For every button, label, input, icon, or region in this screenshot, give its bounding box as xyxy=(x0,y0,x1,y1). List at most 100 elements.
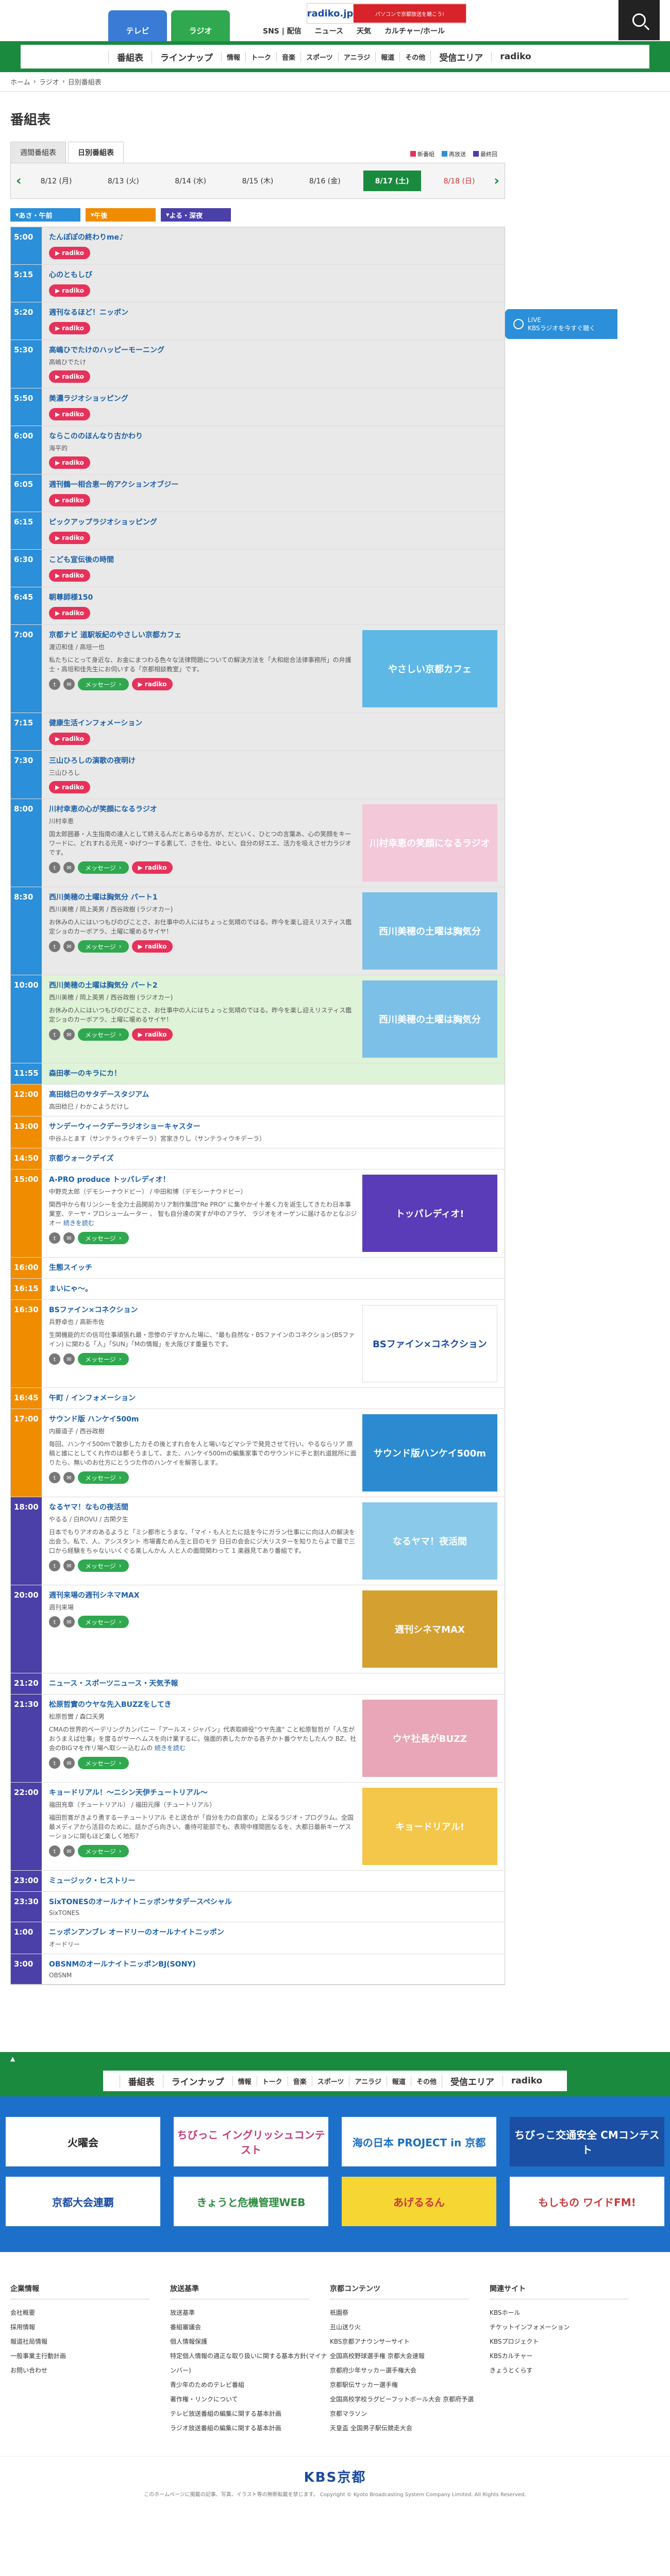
nav-item-10[interactable]: radiko xyxy=(491,52,539,62)
nav-item-1[interactable]: ラインナップ xyxy=(152,50,221,63)
next-day-arrow-icon[interactable]: › xyxy=(488,173,499,189)
message-button[interactable]: メッセージ › xyxy=(78,1471,129,1484)
program-thumbnail[interactable]: サウンド版ハンケイ500m xyxy=(362,1414,497,1492)
program-title[interactable]: 週刊鶴一相合恵一的アクションオブジー xyxy=(49,481,178,489)
footer-link[interactable]: 会社概要 xyxy=(10,2306,170,2320)
program-title[interactable]: 午町 / インフォメーション xyxy=(49,1394,136,1402)
radiko-button[interactable]: ▶ radiko xyxy=(49,322,90,334)
twitter-icon[interactable]: t xyxy=(49,862,60,873)
program-title[interactable]: A-PRO produce トッパレディオ！ xyxy=(49,1176,170,1184)
footer-link[interactable]: 青少年のためのテレビ番組 xyxy=(170,2378,330,2392)
nav-item-2[interactable]: 情報 xyxy=(232,2076,257,2086)
sponsor-banner[interactable]: ちびっこ交通安全 CMコンテスト xyxy=(510,2117,664,2166)
sponsor-banner[interactable]: あげるるん xyxy=(342,2177,496,2226)
program-title[interactable]: 森田孝一のキラにカ！ xyxy=(49,1070,121,1078)
radiko-button[interactable]: ▶ radiko xyxy=(131,940,173,953)
footer-link[interactable]: 番組審議会 xyxy=(170,2320,330,2334)
day-tab[interactable]: 8/15 (木) xyxy=(229,171,287,191)
sponsor-banner[interactable]: きょうと危機管理WEB xyxy=(174,2177,328,2226)
radiko-button[interactable]: ▶ radiko xyxy=(49,607,90,619)
program-title[interactable]: ニッポンアンブレ オードリーのオールナイトニッポン xyxy=(49,1928,224,1937)
tab-tv[interactable]: テレビ xyxy=(108,10,167,41)
footer-link[interactable]: 一般事業主行動計画 xyxy=(10,2349,170,2363)
radiko-button[interactable]: ▶ radiko xyxy=(49,733,90,745)
radiko-button[interactable]: ▶ radiko xyxy=(49,569,90,582)
program-title[interactable]: なるヤマ！なもの夜活間 xyxy=(49,1503,128,1512)
radiko-button[interactable]: ▶ radiko xyxy=(49,408,90,420)
footer-link[interactable]: 放送基準 xyxy=(170,2306,330,2320)
radiko-button[interactable]: ▶ radiko xyxy=(49,370,90,383)
tab-weekly[interactable]: 週間番組表 xyxy=(10,142,66,163)
twitter-icon[interactable]: t xyxy=(49,1472,60,1483)
radiko-button[interactable]: ▶ radiko xyxy=(131,1028,173,1041)
twitter-icon[interactable]: t xyxy=(49,1029,60,1040)
footer-link[interactable]: 全国高校学校ラグビーフットボール大会 京都府予選 xyxy=(330,2392,490,2406)
footer-link[interactable]: テレビ放送番組の編集に関する基本計画 xyxy=(170,2406,330,2421)
footer-link[interactable]: KBSカルチャー xyxy=(490,2349,649,2363)
twitter-icon[interactable]: t xyxy=(49,941,60,952)
nav-item-1[interactable]: ラインナップ xyxy=(162,2074,232,2088)
program-title[interactable]: 生態スイッチ xyxy=(49,1264,92,1272)
link-sns[interactable]: SNS | 配信 xyxy=(263,26,301,36)
program-title[interactable]: 松原哲實のウヤな先入BUZZをしてき xyxy=(49,1701,172,1709)
filter-morning[interactable]: ▾ あさ・午前 xyxy=(10,208,80,222)
mail-icon[interactable]: ✉ xyxy=(63,1353,75,1365)
tab-radio[interactable]: ラジオ xyxy=(171,10,230,41)
program-title[interactable]: 高嶋ひでたけのハッピーモーニング xyxy=(49,346,164,354)
program-title[interactable]: BSファイン×コネクション xyxy=(49,1306,138,1314)
message-button[interactable]: メッセージ › xyxy=(78,1845,129,1857)
program-title[interactable]: サンデーウィークデーラジオショーキャスター xyxy=(49,1123,200,1131)
nav-item-10[interactable]: radiko xyxy=(502,2076,550,2086)
mail-icon[interactable]: ✉ xyxy=(63,1472,75,1483)
twitter-icon[interactable]: t xyxy=(49,1560,60,1571)
mail-icon[interactable]: ✉ xyxy=(63,1616,75,1628)
footer-link[interactable]: 採用情報 xyxy=(10,2320,170,2334)
program-title[interactable]: 西川美穂の土曜は胸気分 パート1 xyxy=(49,893,158,902)
nav-item-4[interactable]: 音楽 xyxy=(276,52,300,62)
nav-item-4[interactable]: 音楽 xyxy=(287,2076,312,2086)
nav-item-7[interactable]: 報道 xyxy=(386,2076,411,2086)
twitter-icon[interactable]: t xyxy=(49,1616,60,1628)
nav-item-0[interactable]: 番組表 xyxy=(108,50,152,63)
read-more-link[interactable]: 続きを読む xyxy=(155,1744,186,1752)
breadcrumb-home[interactable]: ホーム xyxy=(10,77,30,87)
twitter-icon[interactable]: t xyxy=(49,1757,60,1769)
program-title[interactable]: 高田稔巳のサタデースタジアム xyxy=(49,1091,149,1099)
day-tab[interactable]: 8/17 (土) xyxy=(363,171,421,191)
program-title[interactable]: 心のともしび xyxy=(49,271,92,279)
program-thumbnail[interactable]: 西川美穂の土曜は胸気分 xyxy=(362,980,497,1058)
program-title[interactable]: 週刊来場の週刊シネマMAX xyxy=(49,1591,140,1600)
link-culture[interactable]: カルチャー/ホール xyxy=(384,26,445,36)
footer-link[interactable]: ラジオ放送番組の編集に関する基本計画 xyxy=(170,2421,330,2435)
sponsor-banner[interactable]: 火曜会 xyxy=(6,2117,160,2166)
nav-item-3[interactable]: トーク xyxy=(256,2076,288,2086)
program-title[interactable]: ピックアップラジオショッピング xyxy=(49,518,157,527)
program-title[interactable]: ミュージック・ヒストリー xyxy=(49,1877,135,1885)
message-button[interactable]: メッセージ › xyxy=(78,1232,129,1244)
day-tab[interactable]: 8/14 (水) xyxy=(162,171,220,191)
footer-link[interactable]: 全国高校野球選手権 京都大会速報 xyxy=(330,2349,490,2363)
message-button[interactable]: メッセージ › xyxy=(78,861,129,874)
program-title[interactable]: ならこののほんなり古かわり xyxy=(49,432,143,440)
program-title[interactable]: 西川美穂の土曜は胸気分 パート2 xyxy=(49,981,158,990)
program-thumbnail[interactable]: BSファイン×コネクション xyxy=(362,1305,497,1382)
mail-icon[interactable]: ✉ xyxy=(63,1029,75,1040)
message-button[interactable]: メッセージ › xyxy=(78,678,129,690)
mail-icon[interactable]: ✉ xyxy=(63,1845,75,1857)
program-thumbnail[interactable]: やさしい京都カフェ xyxy=(362,630,497,707)
link-weather[interactable]: 天気 xyxy=(357,26,371,36)
program-thumbnail[interactable]: なるヤマ！夜活間 xyxy=(362,1502,497,1580)
message-button[interactable]: メッセージ › xyxy=(78,1616,129,1628)
page-top-bar[interactable]: ▲ xyxy=(0,2052,670,2065)
program-title[interactable]: 朝尊師様150 xyxy=(49,594,93,602)
mail-icon[interactable]: ✉ xyxy=(63,862,75,873)
read-more-link[interactable]: 続きを読む xyxy=(63,1219,94,1227)
footer-link[interactable]: お問い合わせ xyxy=(10,2363,170,2378)
mail-icon[interactable]: ✉ xyxy=(63,1560,75,1571)
radiko-button[interactable]: ▶ radiko xyxy=(49,532,90,544)
radiko-button[interactable]: ▶ radiko xyxy=(49,284,90,297)
twitter-icon[interactable]: t xyxy=(49,1353,60,1365)
sponsor-banner[interactable]: ちびっこ イングリッシュコンテスト xyxy=(174,2117,328,2166)
nav-item-5[interactable]: スポーツ xyxy=(311,2076,349,2086)
footer-link[interactable]: きょうとくらす xyxy=(490,2363,649,2378)
